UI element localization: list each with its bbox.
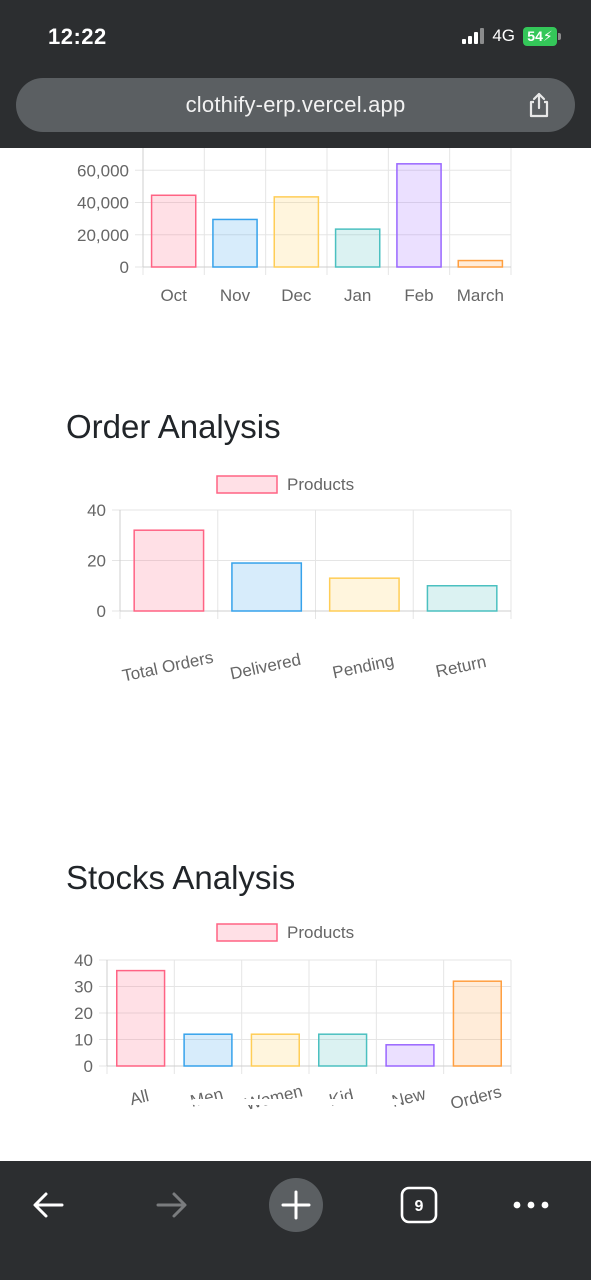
tab-count: 9 <box>415 1198 424 1215</box>
chart-bar[interactable] <box>452 980 502 1067</box>
y-tick-label: 40 <box>87 501 106 520</box>
chart-bar[interactable] <box>318 1033 368 1067</box>
y-tick-label: 0 <box>97 602 106 621</box>
legend-swatch <box>216 475 278 494</box>
chart-bar[interactable] <box>334 228 381 268</box>
browser-top-bar: 12:22 4G 54⚡ clothify-erp.vercel.app <box>0 0 591 148</box>
chart-bar[interactable] <box>328 577 400 612</box>
x-tick-label: Women <box>243 1081 304 1114</box>
x-tick-label: Pending <box>331 651 396 683</box>
x-tick-label: Delivered <box>228 650 302 684</box>
y-tick-label: 40,000 <box>77 194 129 213</box>
share-icon[interactable] <box>525 91 553 119</box>
chart-legend[interactable]: Products <box>216 475 354 494</box>
arrow-right-icon <box>156 1192 187 1218</box>
chart-bar[interactable] <box>231 562 303 612</box>
monthly-sales-chart: 60,000 40,000 20,000 0 Oct Nov Dec Jan Feb March <box>77 148 512 305</box>
x-tick-label: Nov <box>220 286 251 305</box>
chart-bar[interactable] <box>212 218 258 268</box>
cellular-signal-icon <box>462 28 485 44</box>
x-tick-label: New <box>390 1084 428 1111</box>
chart-bar[interactable] <box>150 194 197 268</box>
browser-bottom-bar: 9 <box>0 1161 591 1280</box>
y-tick-label: 20,000 <box>77 226 129 245</box>
x-tick-label: Men <box>188 1084 225 1110</box>
x-tick-label: Total Orders <box>120 648 215 686</box>
chart-legend[interactable]: Products <box>216 923 354 942</box>
legend-label: Products <box>287 923 354 942</box>
chart-bar[interactable] <box>396 163 442 268</box>
x-tick-label: Jan <box>344 286 371 305</box>
more-dots-icon <box>513 1201 549 1209</box>
x-tick-label: Oct <box>160 286 187 305</box>
order-analysis-chart: Products 40 20 0 Total Orders Delivered Pendin… <box>87 475 512 686</box>
x-tick-label: Orders <box>448 1082 503 1113</box>
status-time: 12:22 <box>48 24 107 49</box>
chart-bar[interactable] <box>116 969 166 1067</box>
y-tick-label: 20 <box>74 1004 93 1023</box>
more-button[interactable] <box>501 1175 561 1235</box>
y-tick-label: 0 <box>84 1057 93 1076</box>
arrow-left-icon <box>33 1192 64 1218</box>
chart-bar[interactable] <box>273 196 320 268</box>
status-indicators: 4G 54⚡ <box>462 26 561 46</box>
chart-bar[interactable] <box>385 1044 435 1067</box>
back-button[interactable] <box>18 1175 78 1235</box>
y-tick-label: 40 <box>74 951 93 970</box>
stocks-analysis-title: Stocks Analysis <box>66 859 296 896</box>
forward-button[interactable] <box>142 1175 202 1235</box>
legend-swatch <box>216 923 278 942</box>
x-tick-label: March <box>457 286 504 305</box>
y-tick-label: 0 <box>120 258 129 277</box>
tabs-button[interactable]: 9 <box>389 1175 449 1235</box>
x-tick-label: Kid <box>327 1085 355 1109</box>
y-tick-label: 10 <box>74 1031 93 1050</box>
battery-level: 54⚡ <box>523 26 557 46</box>
chart-bar[interactable] <box>426 585 498 612</box>
chart-bar[interactable] <box>133 529 205 612</box>
x-tick-label: Return <box>434 652 488 681</box>
chart-bar[interactable] <box>457 259 504 268</box>
y-tick-label: 60,000 <box>77 161 129 180</box>
new-tab-button[interactable] <box>266 1175 326 1235</box>
home-indicator <box>191 1099 401 1105</box>
tabs-icon: 9 <box>400 1186 438 1224</box>
battery-icon: 54⚡ <box>523 26 561 46</box>
y-tick-label: 20 <box>87 552 106 571</box>
x-tick-label: Feb <box>404 286 433 305</box>
y-tick-label: 30 <box>74 978 93 997</box>
address-bar[interactable]: clothify-erp.vercel.app <box>16 78 575 132</box>
network-type: 4G <box>492 26 515 45</box>
chart-bar[interactable] <box>183 1033 233 1067</box>
x-tick-label: Dec <box>281 286 312 305</box>
plus-icon <box>269 1178 323 1232</box>
page-content[interactable]: 60,000 40,000 20,000 0 Oct Nov Dec Jan Feb March … <box>0 148 591 1161</box>
chart-bar[interactable] <box>250 1033 300 1067</box>
url-text: clothify-erp.vercel.app <box>185 92 406 117</box>
legend-label: Products <box>287 475 354 494</box>
x-tick-label: All <box>128 1086 151 1109</box>
order-analysis-title: Order Analysis <box>66 408 281 445</box>
